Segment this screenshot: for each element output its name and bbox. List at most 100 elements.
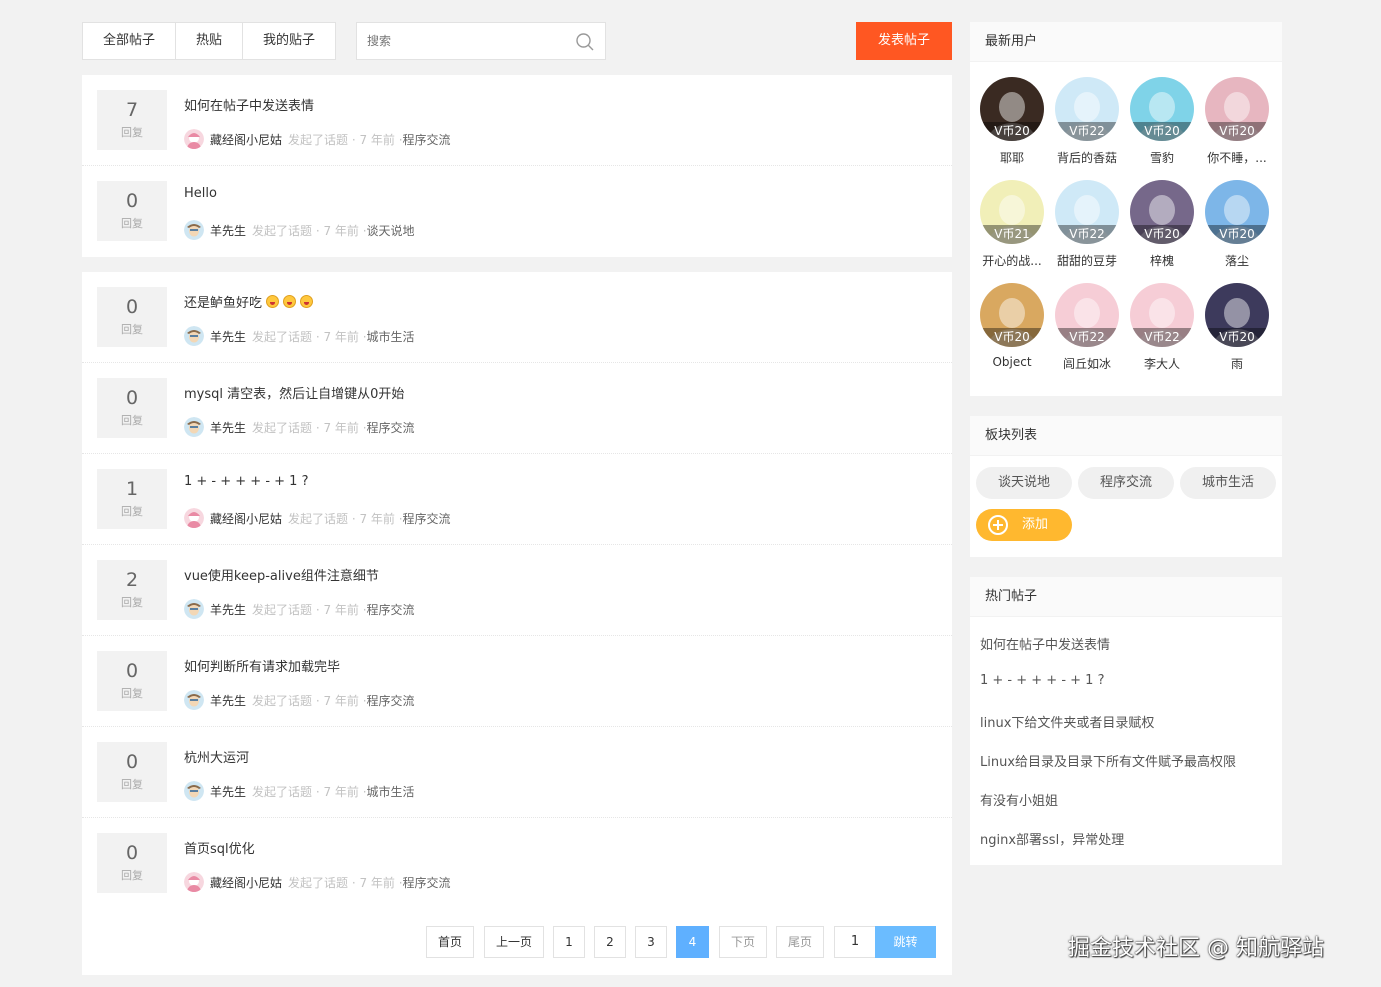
author-avatar[interactable] xyxy=(184,129,204,149)
author-name[interactable]: 羊先生 xyxy=(210,601,246,618)
hot-post-link[interactable]: linux下给文件夹或者目录赋权 xyxy=(980,712,1154,731)
pagination-page-2[interactable]: 2 xyxy=(594,926,626,958)
user-card[interactable]: V币20 耶耶 xyxy=(979,77,1045,166)
post-row[interactable]: 0 回复 还是鲈鱼好吃 羊先生 发起了话题 · 7 年前 · 城市生活 xyxy=(82,272,952,363)
hot-post-link[interactable]: 如何在帖子中发送表情 xyxy=(980,634,1110,653)
author-avatar[interactable] xyxy=(184,417,204,437)
post-category[interactable]: 程序交流 xyxy=(403,131,451,148)
pagination-first[interactable]: 首页 xyxy=(426,926,474,958)
user-name[interactable]: 雨 xyxy=(1204,355,1270,372)
user-avatar[interactable]: V币20 xyxy=(1205,180,1269,244)
user-name[interactable]: 背后的香菇 xyxy=(1054,149,1120,166)
author-name[interactable]: 羊先生 xyxy=(210,419,246,436)
user-avatar[interactable]: V币20 xyxy=(1205,77,1269,141)
post-row[interactable]: 0 回复 Hello 羊先生 发起了话题 · 7 年前 · 谈天说地 xyxy=(82,166,952,257)
post-title[interactable]: Hello xyxy=(184,186,217,201)
user-card[interactable]: V币21 开心的战... xyxy=(979,180,1045,269)
post-row[interactable]: 0 回复 首页sql优化 藏经阁小尼姑 发起了话题 · 7 年前 · 程序交流 xyxy=(82,818,952,909)
user-card[interactable]: V币20 你不睡，... xyxy=(1204,77,1270,166)
search-icon[interactable] xyxy=(575,32,595,52)
post-row[interactable]: 0 回复 如何判断所有请求加载完毕 羊先生 发起了话题 · 7 年前 · 程序交流 xyxy=(82,636,952,727)
user-card[interactable]: V币22 甜甜的豆芽 xyxy=(1054,180,1120,269)
post-category[interactable]: 程序交流 xyxy=(367,601,415,618)
post-category[interactable]: 程序交流 xyxy=(367,419,415,436)
tab-hot-posts[interactable]: 热贴 xyxy=(176,23,244,59)
user-avatar[interactable]: V币20 xyxy=(1205,283,1269,347)
author-avatar[interactable] xyxy=(184,872,204,892)
user-card[interactable]: V币20 雨 xyxy=(1204,283,1270,372)
category-chat[interactable]: 谈天说地 xyxy=(976,467,1072,499)
user-name[interactable]: 你不睡，... xyxy=(1204,149,1270,166)
post-title[interactable]: 1 + - + + + - + 1 ? xyxy=(184,474,308,489)
post-title[interactable]: 如何判断所有请求加载完毕 xyxy=(184,656,340,675)
pagination-next[interactable]: 下页 xyxy=(719,926,767,958)
pagination-page-1[interactable]: 1 xyxy=(553,926,585,958)
user-avatar[interactable]: V币22 xyxy=(1055,180,1119,244)
author-name[interactable]: 藏经阁小尼姑 xyxy=(210,874,282,891)
post-row[interactable]: 0 回复 杭州大运河 羊先生 发起了话题 · 7 年前 · 城市生活 xyxy=(82,727,952,818)
new-post-button[interactable]: 发表帖子 xyxy=(856,22,952,60)
author-name[interactable]: 藏经阁小尼姑 xyxy=(210,510,282,527)
post-row[interactable]: 2 回复 vue使用keep-alive组件注意细节 羊先生 发起了话题 · 7 年前 … xyxy=(82,545,952,636)
hot-post-link[interactable]: 1 + - + + + - + 1 ? xyxy=(980,673,1104,688)
user-name[interactable]: 闾丘如冰 xyxy=(1054,355,1120,372)
user-avatar[interactable]: V币21 xyxy=(980,180,1044,244)
user-name[interactable]: 落尘 xyxy=(1204,252,1270,269)
user-avatar[interactable]: V币22 xyxy=(1130,283,1194,347)
pagination-jump-button[interactable]: 跳转 xyxy=(875,926,936,958)
post-row[interactable]: 1 回复 1 + - + + + - + 1 ? 藏经阁小尼姑 发起了话题 · 7 年前… xyxy=(82,454,952,545)
author-avatar[interactable] xyxy=(184,326,204,346)
pagination-page-4[interactable]: 4 xyxy=(676,926,709,958)
post-row[interactable]: 7 回复 如何在帖子中发送表情 藏经阁小尼姑 发起了话题 · 7 年前 · 程序交流 xyxy=(82,75,952,166)
user-avatar[interactable]: V币20 xyxy=(980,283,1044,347)
user-card[interactable]: V币20 雪豹 xyxy=(1129,77,1195,166)
post-title[interactable]: 还是鲈鱼好吃 xyxy=(184,292,314,311)
user-card[interactable]: V币20 梓槐 xyxy=(1129,180,1195,269)
hot-post-link[interactable]: Linux给目录及目录下所有文件赋予最高权限 xyxy=(980,751,1236,770)
user-card[interactable]: V币22 背后的香菇 xyxy=(1054,77,1120,166)
user-name[interactable]: 耶耶 xyxy=(979,149,1045,166)
user-avatar[interactable]: V币20 xyxy=(1130,180,1194,244)
author-name[interactable]: 羊先生 xyxy=(210,222,246,239)
add-category-button[interactable]: 添加 xyxy=(976,509,1072,541)
pagination-last[interactable]: 尾页 xyxy=(776,926,824,958)
user-avatar[interactable]: V币20 xyxy=(980,77,1044,141)
user-name[interactable]: Object xyxy=(979,355,1045,369)
author-name[interactable]: 羊先生 xyxy=(210,692,246,709)
user-card[interactable]: V币20 Object xyxy=(979,283,1045,369)
pagination-page-3[interactable]: 3 xyxy=(635,926,667,958)
category-programming[interactable]: 程序交流 xyxy=(1078,467,1174,499)
user-card[interactable]: V币22 闾丘如冰 xyxy=(1054,283,1120,372)
post-title[interactable]: mysql 清空表，然后让自增键从0开始 xyxy=(184,383,404,402)
post-title[interactable]: 首页sql优化 xyxy=(184,838,255,857)
user-avatar[interactable]: V币20 xyxy=(1130,77,1194,141)
post-row[interactable]: 0 回复 mysql 清空表，然后让自增键从0开始 羊先生 发起了话题 · 7 年前 ·… xyxy=(82,363,952,454)
author-name[interactable]: 藏经阁小尼姑 xyxy=(210,131,282,148)
user-name[interactable]: 李大人 xyxy=(1129,355,1195,372)
post-category[interactable]: 程序交流 xyxy=(367,692,415,709)
user-card[interactable]: V币20 落尘 xyxy=(1204,180,1270,269)
hot-post-link[interactable]: 有没有小姐姐 xyxy=(980,790,1058,809)
pagination-prev[interactable]: 上一页 xyxy=(484,926,544,958)
tab-all-posts[interactable]: 全部帖子 xyxy=(83,23,177,59)
search-input[interactable] xyxy=(357,23,557,59)
pagination-jump-input[interactable]: 1 xyxy=(834,926,876,958)
post-category[interactable]: 谈天说地 xyxy=(367,222,415,239)
user-name[interactable]: 甜甜的豆芽 xyxy=(1054,252,1120,269)
user-card[interactable]: V币22 李大人 xyxy=(1129,283,1195,372)
author-name[interactable]: 羊先生 xyxy=(210,783,246,800)
user-avatar[interactable]: V币22 xyxy=(1055,77,1119,141)
post-category[interactable]: 城市生活 xyxy=(367,783,415,800)
author-name[interactable]: 羊先生 xyxy=(210,328,246,345)
post-category[interactable]: 城市生活 xyxy=(367,328,415,345)
post-category[interactable]: 程序交流 xyxy=(403,874,451,891)
author-avatar[interactable] xyxy=(184,599,204,619)
post-category[interactable]: 程序交流 xyxy=(403,510,451,527)
post-title[interactable]: 如何在帖子中发送表情 xyxy=(184,95,314,114)
post-title[interactable]: 杭州大运河 xyxy=(184,747,249,766)
author-avatar[interactable] xyxy=(184,220,204,240)
author-avatar[interactable] xyxy=(184,690,204,710)
author-avatar[interactable] xyxy=(184,508,204,528)
author-avatar[interactable] xyxy=(184,781,204,801)
hot-post-link[interactable]: nginx部署ssl，异常处理 xyxy=(980,829,1124,848)
